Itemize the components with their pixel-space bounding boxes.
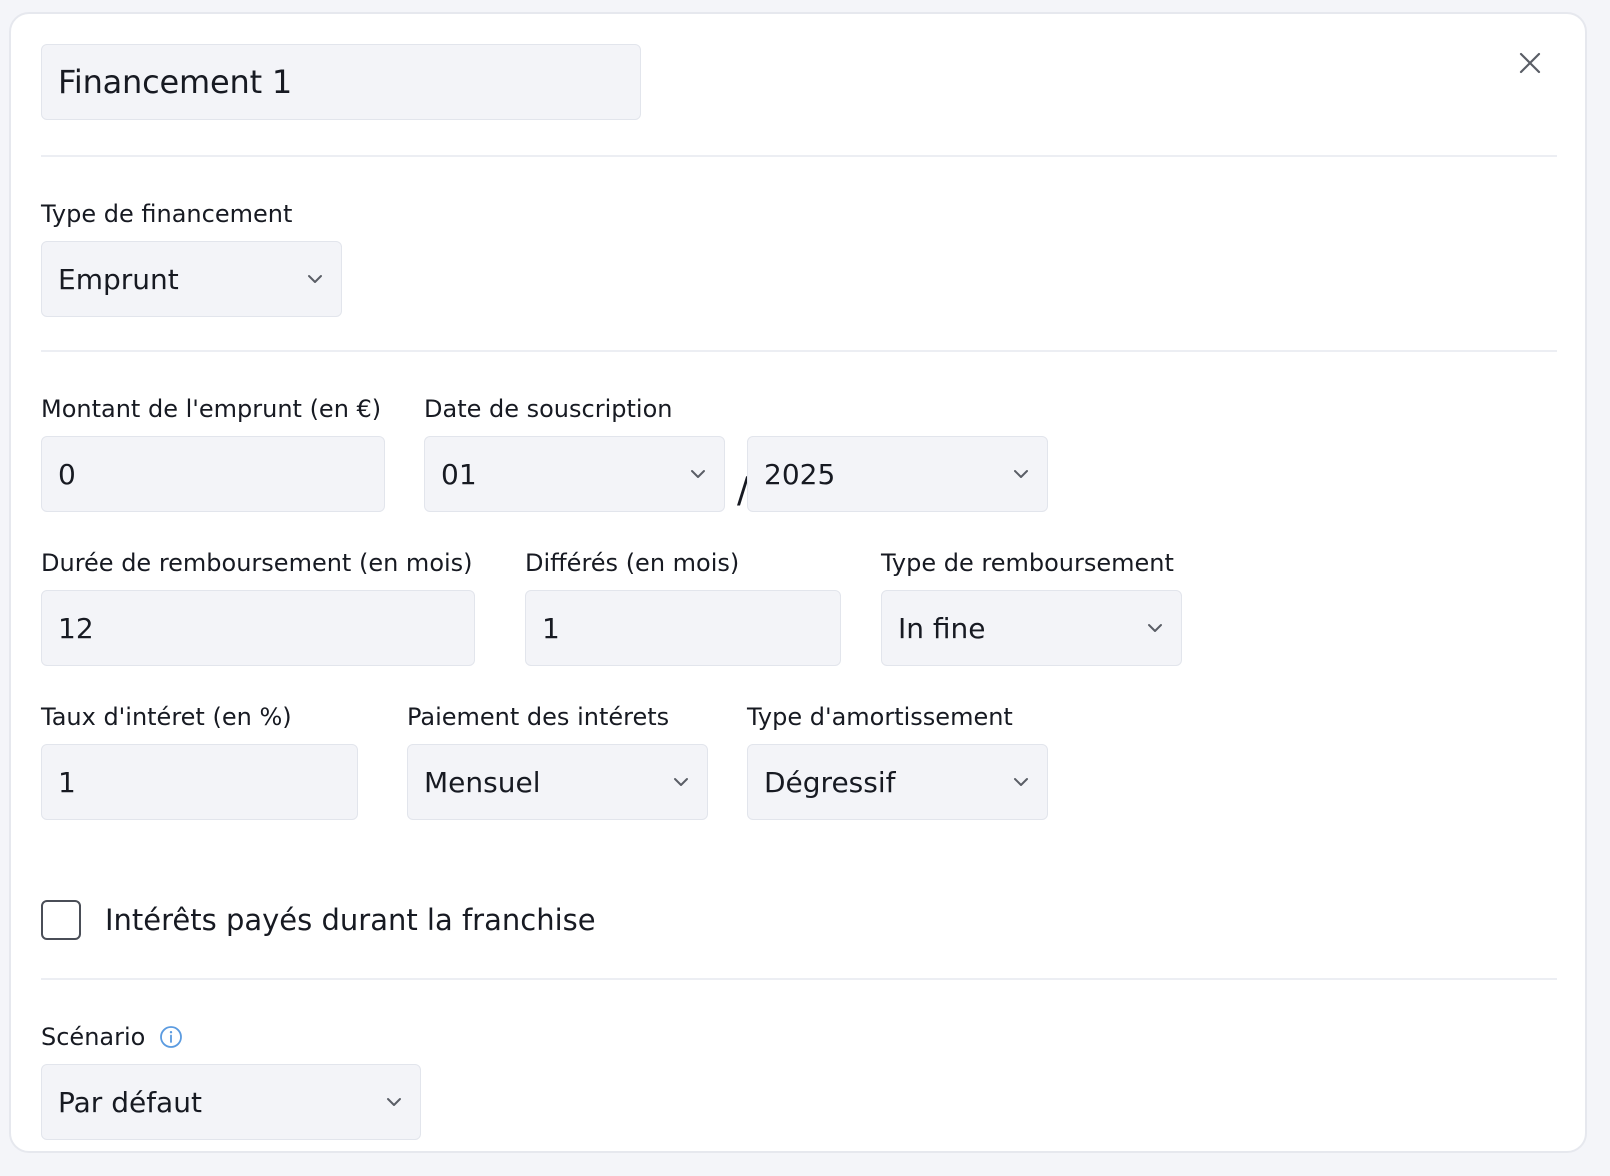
scenario-label-row: Scénario [41,1023,421,1051]
subscription-month-value: 01 [441,457,477,491]
interest-rate-field: Taux d'intéret (en %) 1 [41,703,358,820]
subscription-month-select[interactable]: 01 [424,436,725,512]
amortization-type-select[interactable]: Dégressif [747,744,1048,820]
divider [41,155,1557,157]
amortization-type-value: Dégressif [764,765,896,799]
divider [41,978,1557,980]
repayment-duration-label: Durée de remboursement (en mois) [41,549,473,577]
subscription-date-field: Date de souscription 01 [424,395,725,512]
subscription-year-select[interactable]: 2025 [747,436,1048,512]
info-icon[interactable] [159,1025,183,1049]
divider [41,350,1557,352]
interest-rate-input[interactable]: 1 [41,744,358,820]
financing-card: Financement 1 Type de financement Emprun… [9,12,1587,1153]
financing-type-label: Type de financement [41,200,293,228]
scenario-value: Par défaut [58,1085,202,1119]
close-button[interactable] [1513,48,1547,82]
loan-amount-value: 0 [58,457,76,491]
financing-type-select[interactable]: Emprunt [41,241,342,317]
interest-payment-label: Paiement des intérets [407,703,670,731]
subscription-year-field: 2025 [747,395,1048,512]
repayment-duration-field: Durée de remboursement (en mois) 12 [41,549,475,666]
loan-amount-input[interactable]: 0 [41,436,385,512]
interest-during-grace-label: Intérêts payés durant la franchise [105,903,596,937]
amortization-type-field: Type d'amortissement Dégressif [747,703,1048,820]
interest-rate-label: Taux d'intéret (en %) [41,703,292,731]
scenario-select[interactable]: Par défaut [41,1064,421,1140]
chevron-down-icon [1011,772,1031,792]
repayment-type-value: In fine [898,611,986,645]
chevron-down-icon [688,464,708,484]
interest-payment-value: Mensuel [424,765,541,799]
interest-payment-field: Paiement des intérets Mensuel [407,703,708,820]
loan-amount-field: Montant de l'emprunt (en €) 0 [41,395,385,512]
subscription-date-label: Date de souscription [424,395,673,423]
repayment-type-label: Type de remboursement [881,549,1174,577]
financing-name-input[interactable]: Financement 1 [41,44,641,120]
interest-payment-select[interactable]: Mensuel [407,744,708,820]
chevron-down-icon [1011,464,1031,484]
deferral-label: Différés (en mois) [525,549,740,577]
financing-type-value: Emprunt [58,262,179,296]
loan-amount-label: Montant de l'emprunt (en €) [41,395,382,423]
deferral-input[interactable]: 1 [525,590,841,666]
repayment-type-select[interactable]: In fine [881,590,1182,666]
subscription-year-value: 2025 [764,457,836,491]
financing-type-field: Type de financement Emprunt [41,200,342,317]
amortization-type-label: Type d'amortissement [747,703,1013,731]
repayment-duration-value: 12 [58,611,94,645]
chevron-down-icon [305,269,325,289]
close-icon [1518,51,1542,79]
chevron-down-icon [1145,618,1165,638]
scenario-field: Scénario Par défaut [41,1023,421,1140]
repayment-duration-input[interactable]: 12 [41,590,475,666]
interest-during-grace-row[interactable]: Intérêts payés durant la franchise [41,900,596,940]
repayment-type-field: Type de remboursement In fine [881,549,1182,666]
deferral-value: 1 [542,611,560,645]
chevron-down-icon [671,772,691,792]
financing-name-value: Financement 1 [58,63,293,101]
interest-rate-value: 1 [58,765,76,799]
scenario-label: Scénario [41,1023,146,1051]
chevron-down-icon [384,1092,404,1112]
deferral-field: Différés (en mois) 1 [525,549,841,666]
interest-during-grace-checkbox[interactable] [41,900,81,940]
